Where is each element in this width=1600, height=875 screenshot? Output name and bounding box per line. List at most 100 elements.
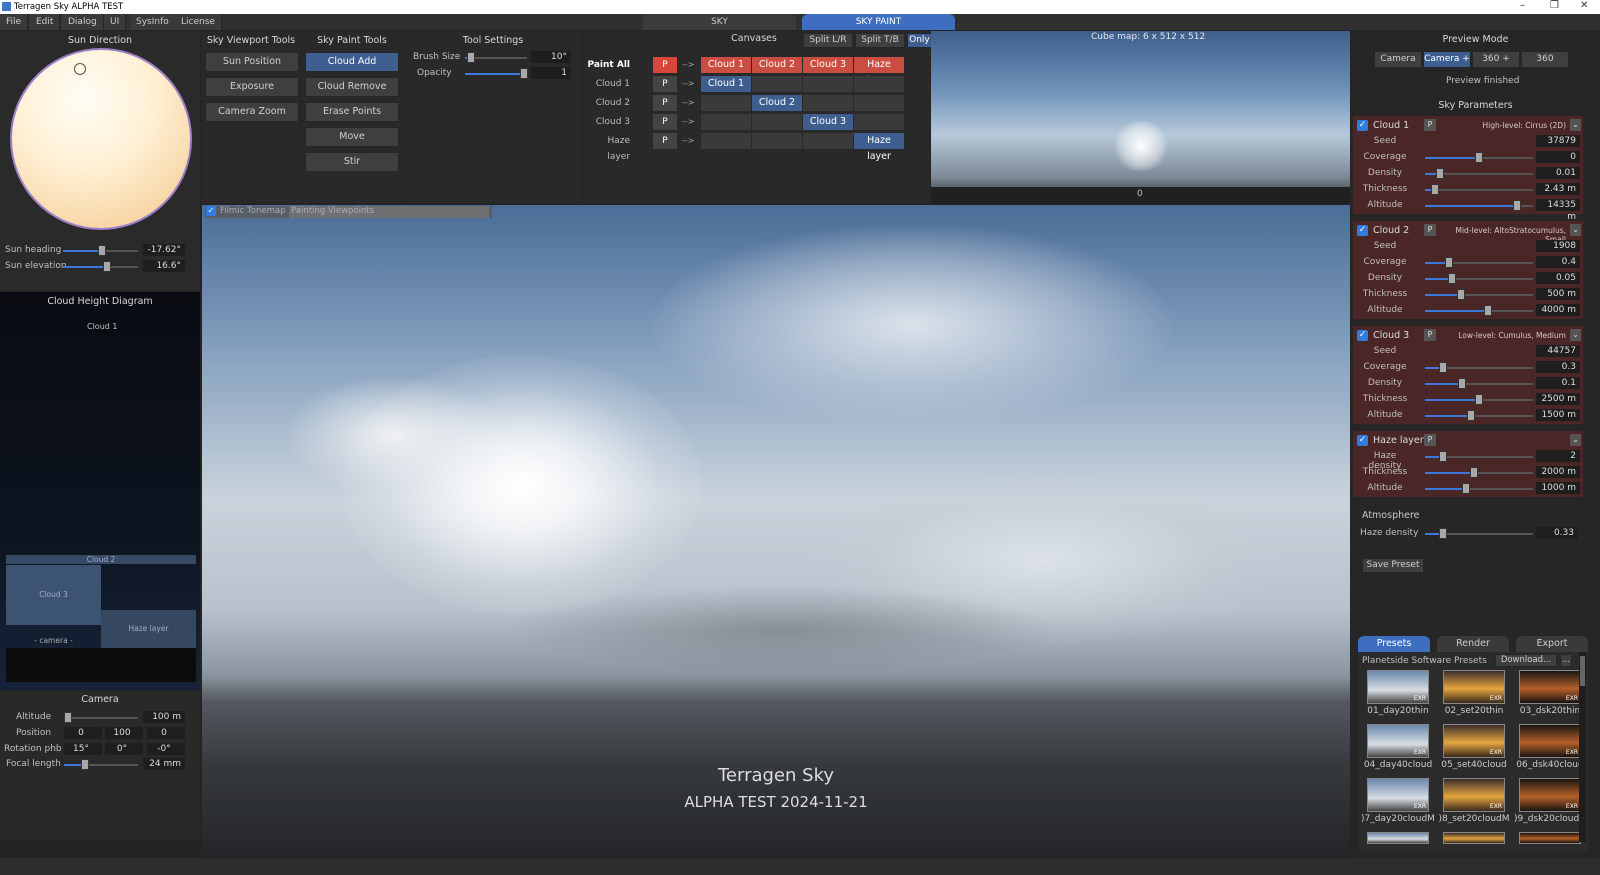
cloud2-param-value[interactable]: 4000 m: [1536, 304, 1580, 316]
preset-thumbnail[interactable]: EXR: [1443, 778, 1505, 812]
split-lr-button[interactable]: Split L/R: [803, 33, 853, 48]
cloud1-param-value[interactable]: 14335 m: [1536, 199, 1580, 222]
cloud3-param-value[interactable]: 44757: [1536, 345, 1580, 357]
canvas-cell[interactable]: Haze layer: [854, 57, 904, 86]
cloud2-param-slider[interactable]: [1425, 305, 1533, 316]
tab-export[interactable]: Export: [1516, 636, 1588, 652]
canvas-cell[interactable]: Cloud 1: [701, 76, 751, 92]
save-preset-button[interactable]: Save Preset: [1362, 558, 1424, 573]
canvas-cell[interactable]: Cloud 2: [752, 57, 802, 73]
haze-param-value[interactable]: 2: [1536, 450, 1580, 462]
cam-position-y[interactable]: 100: [105, 727, 143, 739]
tab-render[interactable]: Render: [1437, 636, 1509, 652]
cloud-add-button[interactable]: Cloud Add: [305, 52, 399, 72]
cloud3-param-value[interactable]: 0.3: [1536, 361, 1580, 373]
preset-thumbnail[interactable]: EXR: [1443, 724, 1505, 758]
haze-param-slider[interactable]: [1425, 483, 1533, 494]
cubemap-preview[interactable]: Cube map: 6 x 512 x 512 0: [931, 31, 1350, 204]
brush-size-slider[interactable]: [465, 52, 527, 63]
download-button[interactable]: Download...: [1495, 654, 1557, 667]
canvas-cell[interactable]: [752, 114, 802, 130]
canvas-cell[interactable]: [803, 133, 853, 149]
preset-thumbnail[interactable]: EXR: [1367, 670, 1429, 704]
menu-edit[interactable]: Edit: [30, 14, 61, 30]
canvas-cell[interactable]: [854, 76, 904, 92]
cam-rotation-h[interactable]: 0°: [105, 743, 143, 755]
cam-focal-value[interactable]: 24 mm: [143, 758, 185, 770]
cloud1-enable-checkbox[interactable]: ✓: [1357, 120, 1368, 131]
menu-ui[interactable]: UI: [104, 14, 127, 30]
haze-param-slider[interactable]: [1425, 467, 1533, 478]
cloud2-param-value[interactable]: 1908: [1536, 240, 1580, 252]
sun-heading-value[interactable]: -17.62°: [143, 244, 185, 256]
preview-camera-plus-button[interactable]: Camera +: [1423, 51, 1471, 68]
canvas-p-button[interactable]: P: [653, 114, 677, 130]
brush-size-value[interactable]: 10°: [531, 51, 571, 63]
cloud3-param-value[interactable]: 0.1: [1536, 377, 1580, 389]
cam-focal-slider[interactable]: [64, 759, 138, 770]
preset-thumbnail[interactable]: EXR: [1519, 670, 1581, 704]
cubemap-timeline[interactable]: 0: [931, 187, 1350, 202]
cloud1-param-value[interactable]: 0.01: [1536, 167, 1580, 179]
canvas-cell[interactable]: Haze layer: [854, 133, 904, 162]
preset-thumbnail[interactable]: [1367, 832, 1429, 844]
canvas-cell[interactable]: [803, 76, 853, 92]
chevron-down-icon[interactable]: ⌄: [1570, 224, 1581, 236]
atm-haze-density-slider[interactable]: [1425, 528, 1533, 539]
canvas-cell[interactable]: [752, 133, 802, 149]
preset-thumbnail[interactable]: EXR: [1367, 778, 1429, 812]
sun-marker[interactable]: [74, 63, 86, 75]
main-viewport[interactable]: ✓ Filmic Tonemap Painting Viewpoints Ter…: [202, 205, 1350, 858]
canvas-p-button[interactable]: P: [653, 133, 677, 149]
preview-camera-button[interactable]: Camera: [1374, 51, 1422, 68]
tab-presets[interactable]: Presets: [1358, 636, 1430, 652]
presets-scroll-thumb[interactable]: [1580, 656, 1585, 686]
canvas-cell[interactable]: Cloud 2: [752, 95, 802, 111]
cam-position-z[interactable]: 0: [147, 727, 185, 739]
atm-haze-density-value[interactable]: 0.33: [1536, 527, 1578, 539]
cloud2-enable-checkbox[interactable]: ✓: [1357, 225, 1368, 236]
preset-thumbnail[interactable]: [1519, 832, 1581, 844]
menu-dialog[interactable]: Dialog: [62, 14, 104, 30]
cam-altitude-value[interactable]: 100 m: [143, 711, 185, 723]
canvas-p-button[interactable]: P: [653, 95, 677, 111]
cloud2-param-value[interactable]: 0.4: [1536, 256, 1580, 268]
cloud3-p-button[interactable]: P: [1424, 329, 1436, 341]
tab-sky-paint[interactable]: SKY PAINT: [802, 14, 955, 30]
minimize-icon[interactable]: –: [1520, 0, 1525, 11]
stir-button[interactable]: Stir: [305, 152, 399, 172]
canvas-cell[interactable]: Cloud 1: [701, 57, 751, 73]
opacity-slider[interactable]: [465, 68, 528, 79]
erase-points-button[interactable]: Erase Points: [305, 102, 399, 122]
cloud1-param-slider[interactable]: [1425, 168, 1533, 179]
chevron-down-icon[interactable]: ⌄: [1570, 434, 1581, 446]
preset-thumbnail[interactable]: EXR: [1367, 724, 1429, 758]
close-icon[interactable]: ✕: [1580, 0, 1588, 11]
cloud1-param-value[interactable]: 2.43 m: [1536, 183, 1580, 195]
sun-elevation-value[interactable]: 16.6°: [143, 260, 185, 272]
tab-sky[interactable]: SKY: [643, 14, 796, 30]
cloud1-param-slider[interactable]: [1425, 152, 1533, 163]
menu-sysinfo[interactable]: SysInfo: [130, 14, 176, 30]
opacity-value[interactable]: 1: [531, 67, 571, 79]
cloud1-param-slider[interactable]: [1425, 184, 1533, 195]
canvas-cell[interactable]: Cloud 3: [803, 57, 853, 73]
cloud2-param-value[interactable]: 0.05: [1536, 272, 1580, 284]
canvas-cell[interactable]: [701, 133, 751, 149]
cloud2-param-slider[interactable]: [1425, 257, 1533, 268]
exposure-button[interactable]: Exposure: [205, 77, 299, 97]
canvas-p-button[interactable]: P: [653, 76, 677, 92]
canvas-cell[interactable]: [803, 95, 853, 111]
cloud-remove-button[interactable]: Cloud Remove: [305, 77, 399, 97]
chevron-down-icon[interactable]: ⌄: [1570, 329, 1581, 341]
sun-position-button[interactable]: Sun Position: [205, 52, 299, 72]
cloud1-param-slider[interactable]: [1425, 200, 1533, 211]
cam-rotation-b[interactable]: -0°: [147, 743, 185, 755]
cloud2-param-slider[interactable]: [1425, 289, 1533, 300]
maximize-icon[interactable]: ❐: [1550, 0, 1559, 11]
cloud1-param-value[interactable]: 0: [1536, 151, 1580, 163]
canvas-cell[interactable]: [701, 95, 751, 111]
preset-thumbnail[interactable]: [1443, 832, 1505, 844]
cloud1-p-button[interactable]: P: [1424, 119, 1436, 131]
cam-position-x[interactable]: 0: [64, 727, 102, 739]
